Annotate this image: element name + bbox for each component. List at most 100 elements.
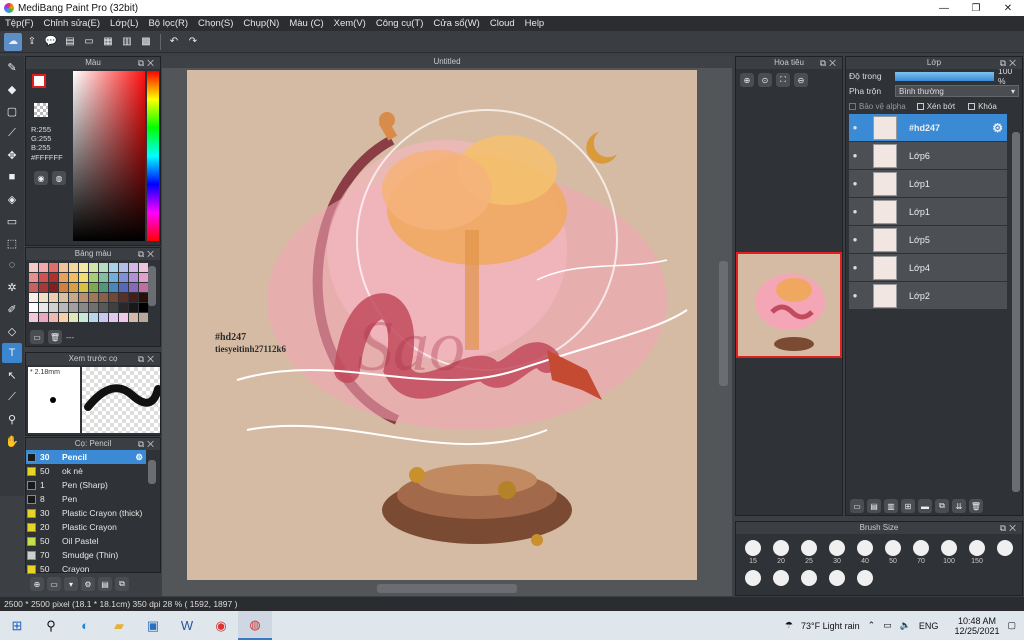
menu-layer[interactable]: Lớp(L) <box>105 18 143 29</box>
palette-swatch[interactable] <box>69 273 78 282</box>
palette-swatch[interactable] <box>79 273 88 282</box>
eyedropper-icon[interactable]: ⚲ <box>2 409 22 429</box>
brush-settings-icon[interactable]: ⚙ <box>81 577 95 591</box>
palette-swatch[interactable] <box>69 303 78 312</box>
panel-controls-icon[interactable]: ⧉✕ <box>138 438 157 450</box>
brush-copy-icon[interactable]: ▭ <box>47 577 61 591</box>
palette-swatch[interactable] <box>89 303 98 312</box>
menu-tools[interactable]: Công cụ(T) <box>371 18 429 29</box>
palette-swatch[interactable] <box>49 263 58 272</box>
palette-swatch[interactable] <box>39 313 48 322</box>
palette-swatch[interactable] <box>109 293 118 302</box>
palette-swatch[interactable] <box>99 313 108 322</box>
select-pen-icon[interactable]: ✐ <box>2 299 22 319</box>
visibility-eye-icon[interactable]: ● <box>849 151 861 160</box>
new-halftone-layer-icon[interactable]: ▤ <box>867 499 881 513</box>
hue-slider[interactable] <box>147 71 159 241</box>
brush-item[interactable]: 50 Oil Pastel <box>26 534 146 548</box>
brush-item[interactable]: 20 Plastic Crayon <box>26 520 146 534</box>
select-eraser-icon[interactable]: ◇ <box>2 321 22 341</box>
brush-size-option[interactable]: 100 <box>935 540 963 570</box>
divide-tool-icon[interactable]: ⟋ <box>2 387 22 407</box>
palette-swatch[interactable] <box>89 313 98 322</box>
language-indicator[interactable]: ENG <box>919 621 939 631</box>
menu-edit[interactable]: Chỉnh sửa(E) <box>39 18 106 29</box>
gear-icon[interactable]: ⚙ <box>992 121 1003 135</box>
menu-window[interactable]: Cửa sổ(W) <box>428 18 484 29</box>
palette-swatch[interactable] <box>49 283 58 292</box>
volume-icon[interactable]: 🔈 <box>900 620 911 631</box>
palette-swatch[interactable] <box>59 313 68 322</box>
palette-swatch[interactable] <box>59 283 68 292</box>
layer-row[interactable]: ● Lớp4 <box>849 254 1007 281</box>
word-icon[interactable]: W <box>170 611 204 640</box>
palette-swatch[interactable] <box>29 293 38 302</box>
visibility-eye-icon[interactable]: ● <box>849 291 861 300</box>
palette-swatch[interactable] <box>119 273 128 282</box>
visibility-eye-icon[interactable]: ● <box>849 235 861 244</box>
palette-swatch[interactable] <box>119 303 128 312</box>
operation-tool-icon[interactable]: ↖ <box>2 365 22 385</box>
palette-swatch[interactable] <box>29 263 38 272</box>
palette-swatch[interactable] <box>129 293 138 302</box>
palette-swatch[interactable] <box>79 283 88 292</box>
palette-swatch[interactable] <box>79 313 88 322</box>
brush-item[interactable]: 30 Pencil ⚙ <box>26 450 146 464</box>
drawing-canvas[interactable]: #hd247 tiesyeitinh27112k6 Sao <box>187 70 697 580</box>
panel-controls-icon[interactable]: ⧉✕ <box>1000 522 1019 534</box>
fill-rect-tool-icon[interactable]: ■ <box>2 167 22 187</box>
brush-size-option[interactable]: 70 <box>907 540 935 570</box>
palette-swatch[interactable] <box>69 263 78 272</box>
palette-swatch[interactable] <box>69 293 78 302</box>
comment-icon[interactable]: 💬 <box>42 33 60 51</box>
menu-color[interactable]: Màu (C) <box>284 18 328 29</box>
palette-swatch[interactable] <box>49 273 58 282</box>
redo-icon[interactable]: ↷ <box>184 33 202 51</box>
panel-controls-icon[interactable]: ⧉✕ <box>138 57 157 69</box>
notification-icon[interactable]: ▢ <box>1007 620 1016 631</box>
palette-swatch[interactable] <box>49 303 58 312</box>
menu-select[interactable]: Chọn(S) <box>193 18 238 29</box>
panel-icon[interactable]: ▥ <box>118 33 136 51</box>
menu-cloud[interactable]: Cloud <box>485 18 520 29</box>
brush-item[interactable]: 30 Plastic Crayon (thick) <box>26 506 146 520</box>
protect-alpha-checkbox[interactable] <box>849 102 856 110</box>
brush-item[interactable]: 50 Crayon <box>26 562 146 576</box>
new-8bit-layer-icon[interactable]: ▥ <box>884 499 898 513</box>
visibility-eye-icon[interactable]: ● <box>849 207 861 216</box>
palette-swatch[interactable] <box>69 283 78 292</box>
brush-size-option[interactable]: 50 <box>879 540 907 570</box>
brush-size-option[interactable]: 20 <box>767 540 795 570</box>
navigator-thumbnail[interactable] <box>736 252 842 358</box>
zoom-out-icon[interactable]: ⊖ <box>794 73 808 87</box>
brush-menu-icon[interactable]: ▾ <box>64 577 78 591</box>
share-icon[interactable]: ⇪ <box>23 33 41 51</box>
palette-swatch[interactable] <box>129 263 138 272</box>
add-layer-menu-icon[interactable]: ⊞ <box>901 499 915 513</box>
palette-swatch[interactable] <box>39 273 48 282</box>
palette-swatch[interactable] <box>109 303 118 312</box>
palette-scrollbar[interactable] <box>148 266 156 306</box>
eraser-tool-icon[interactable]: ◆ <box>2 79 22 99</box>
palette-swatch[interactable] <box>49 293 58 302</box>
windows-start-icon[interactable]: ⊞ <box>0 611 34 640</box>
brush-scrollbar[interactable] <box>148 460 156 484</box>
palette-swatch[interactable] <box>109 263 118 272</box>
blend-select[interactable]: Bình thường ▾ <box>895 85 1019 97</box>
foreground-color-swatch[interactable] <box>32 74 46 88</box>
brush-size-option[interactable] <box>823 570 851 600</box>
panel-controls-icon[interactable]: ⧉✕ <box>820 57 839 69</box>
layer-row[interactable]: ● Lớp2 <box>849 282 1007 309</box>
network-icon[interactable]: ▭ <box>883 620 892 631</box>
visibility-eye-icon[interactable]: ● <box>849 179 861 188</box>
brush-size-option[interactable]: 15 <box>739 540 767 570</box>
maximize-button[interactable]: ❐ <box>960 0 992 16</box>
palette-swatch[interactable] <box>59 263 68 272</box>
palette-swatch[interactable] <box>89 273 98 282</box>
palette-swatch[interactable] <box>39 293 48 302</box>
layer-row[interactable]: ● Lớp5 <box>849 226 1007 253</box>
palette-swatch[interactable] <box>139 293 148 302</box>
stamp-icon[interactable]: ▤ <box>61 33 79 51</box>
palette-delete-icon[interactable]: 🗑 <box>48 330 62 344</box>
palette-swatch[interactable] <box>39 283 48 292</box>
